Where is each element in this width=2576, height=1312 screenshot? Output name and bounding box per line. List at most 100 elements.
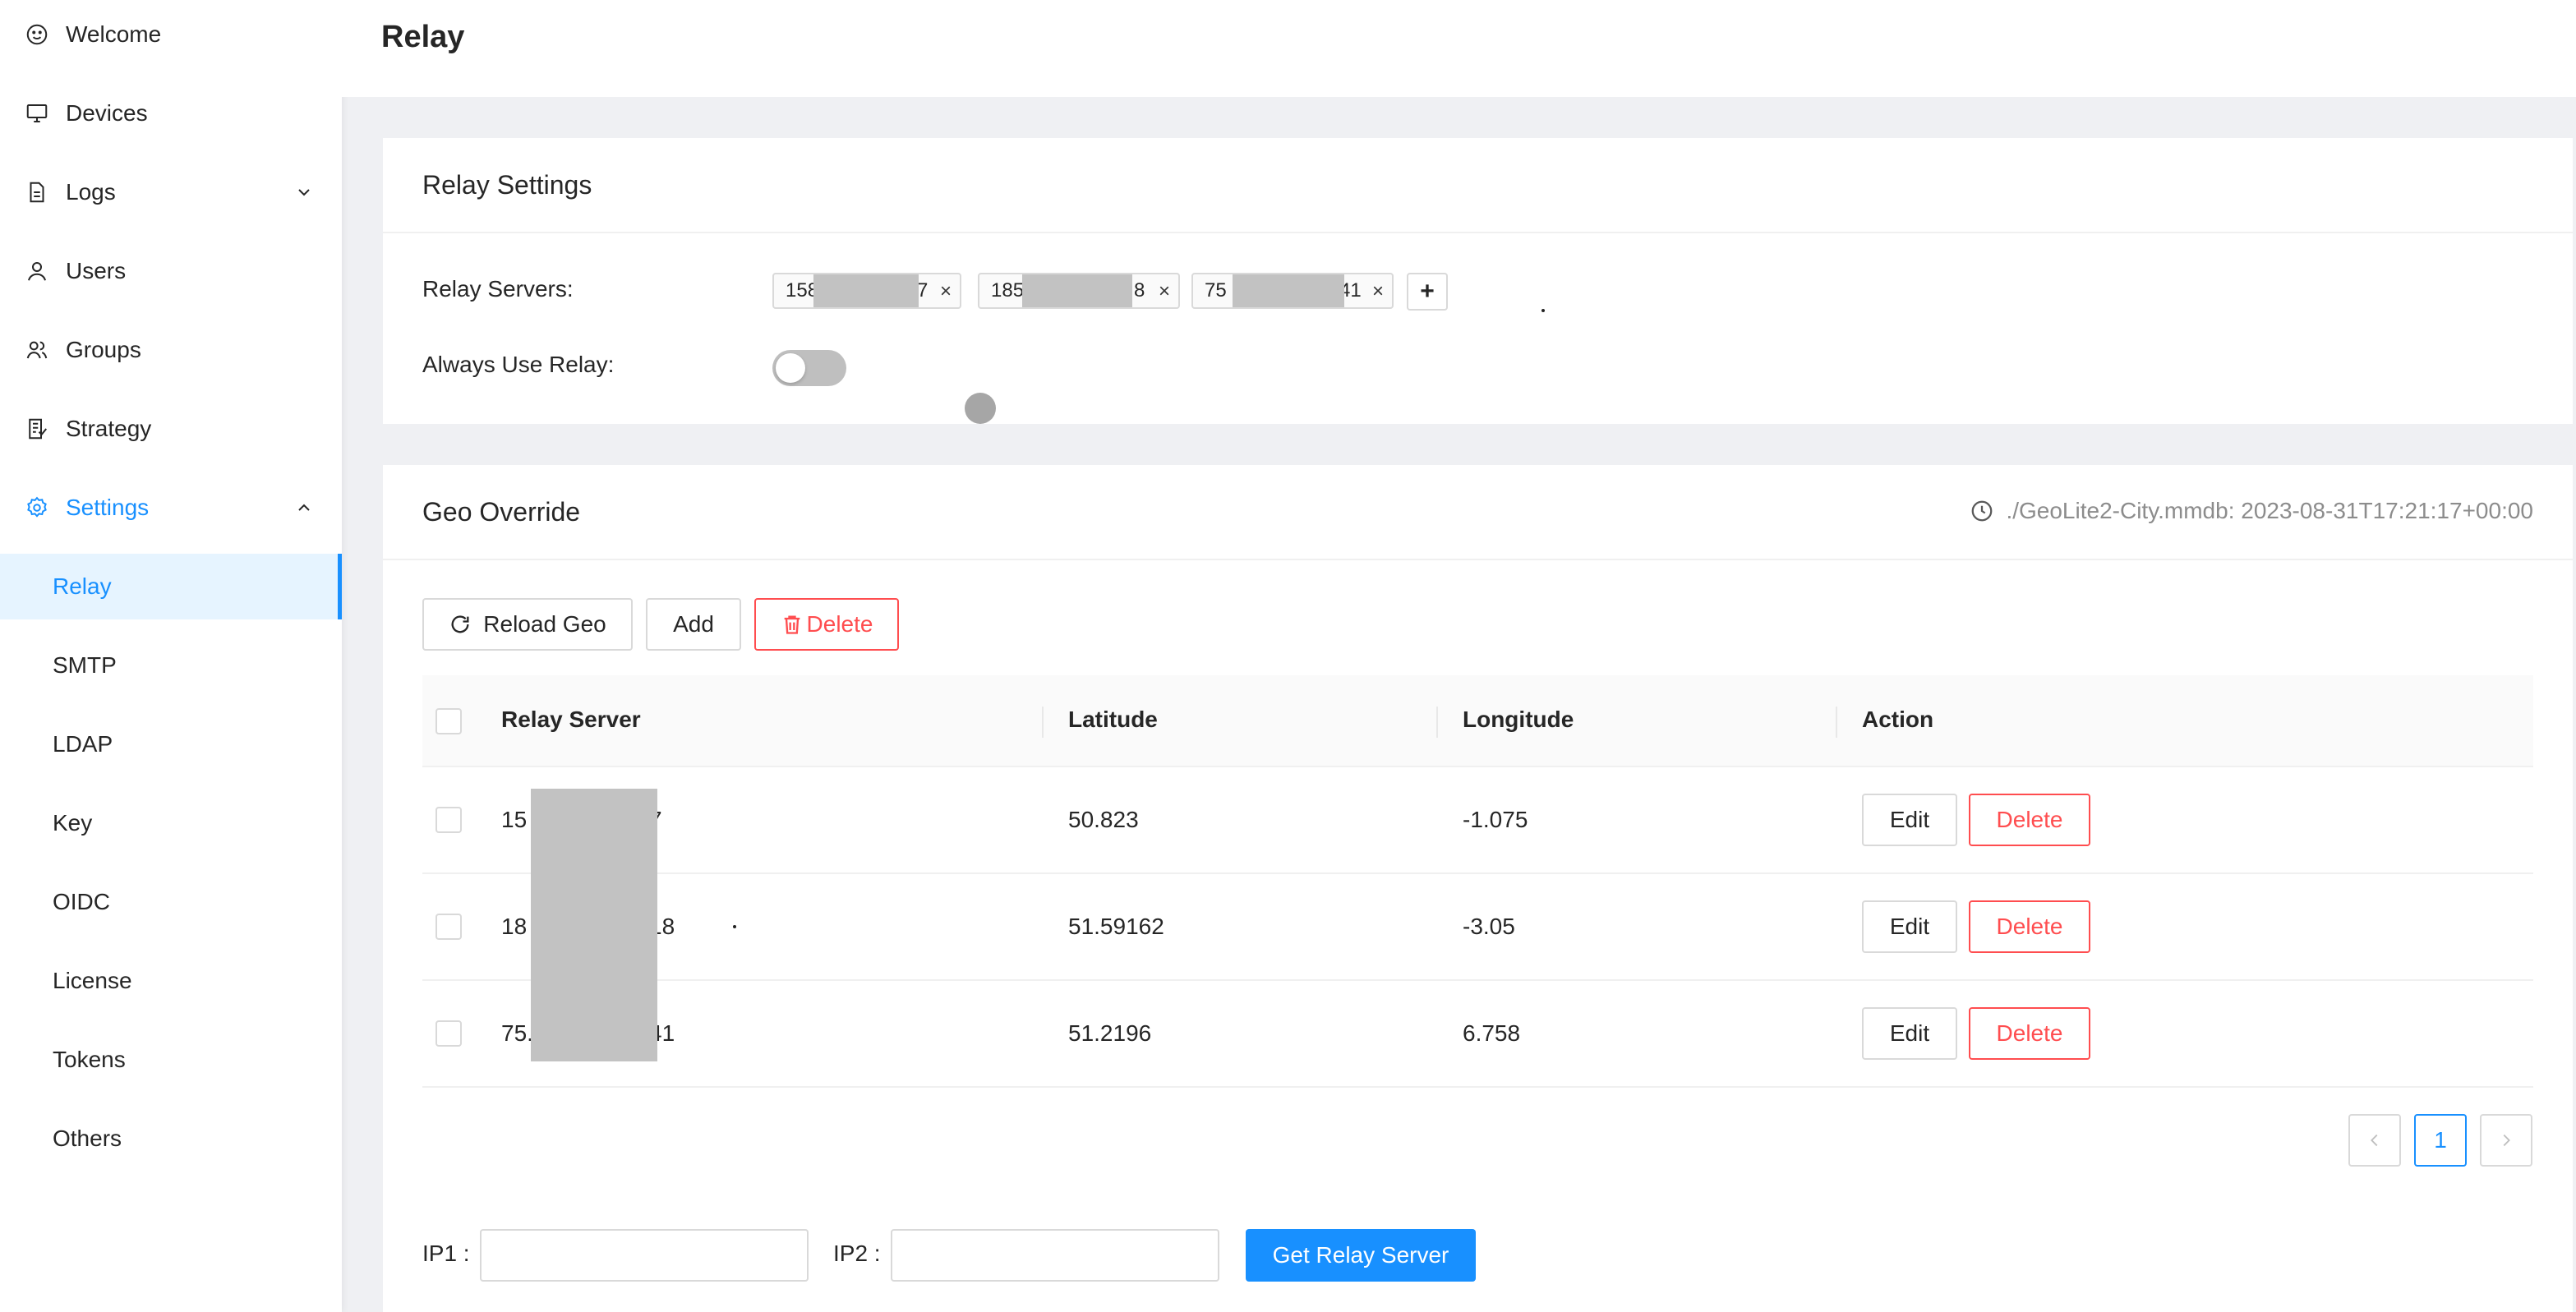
sidebar-sub-license[interactable]: License [0,948,342,1014]
column-separator [1042,707,1044,738]
delete-geo-button[interactable]: Delete [754,598,899,651]
pagination-prev[interactable] [2348,1114,2401,1167]
always-use-relay-toggle[interactable] [772,350,846,386]
ip1-input[interactable] [480,1229,809,1282]
latitude-cell: 50.823 [1068,807,1139,832]
delete-geo-label: Delete [806,611,873,637]
close-icon[interactable]: × [940,282,952,302]
user-icon [25,259,49,283]
trash-icon [784,615,800,634]
sidebar-sub-relay[interactable]: Relay [0,554,342,619]
pagination-next[interactable] [2480,1114,2532,1167]
sidebar-item-settings[interactable]: Settings [0,475,342,541]
column-action: Action [1862,707,1934,732]
strategy-icon [25,417,49,441]
edit-button[interactable]: Edit [1862,1007,1957,1060]
relay-servers-label: Relay Servers: [422,276,574,302]
sidebar-sub-oidc[interactable]: OIDC [0,869,342,935]
relay-server-tag: 158 7 × [772,273,961,309]
sidebar-item-label: Settings [66,495,150,520]
relay-settings-title: Relay Settings [383,138,2573,233]
sidebar-item-label: Groups [66,337,141,362]
relay-server-tag: 185 8 × [978,273,1180,309]
geo-override-table: Relay Server Latitude Longitude Action 1… [422,675,2533,1088]
sidebar-item-label: Welcome [66,21,162,47]
relay-settings-card: Relay Settings Relay Servers: 158 7 × 18… [383,138,2573,424]
relay-server-tag-start: 185 [991,279,1025,302]
geo-override-header: Geo Override ./GeoLite2-City.mmdb: 2023-… [383,465,2573,560]
row-checkbox[interactable] [435,807,462,833]
table-row: 75. 41 51.2196 6.758 Edit Delete [422,981,2533,1088]
latitude-cell: 51.59162 [1068,914,1164,939]
sidebar-item-label: Users [66,258,127,283]
sidebar-item-users[interactable]: Users [0,238,342,304]
relay-server-tag-end: 7 [917,279,929,302]
add-relay-server-button[interactable]: + [1407,273,1448,311]
geo-db-info: ./GeoLite2-City.mmdb: 2023-08-31T17:21:1… [1970,498,2533,524]
reload-geo-button[interactable]: Reload Geo [422,598,633,651]
reload-geo-label: Reload Geo [483,611,606,637]
table-row: 15 7 50.823 -1.075 Edit Delete [422,767,2533,874]
sidebar-sub-tokens[interactable]: Tokens [0,1027,342,1093]
mouse-cursor [965,393,996,424]
edit-button[interactable]: Edit [1862,794,1957,846]
select-all-checkbox[interactable] [435,708,462,734]
sidebar-item-label: Strategy [66,416,152,441]
sidebar-item-strategy[interactable]: Strategy [0,396,342,462]
stray-dot [733,925,736,928]
ip2-input[interactable] [891,1229,1219,1282]
row-checkbox[interactable] [435,1020,462,1047]
sidebar: Welcome Devices Logs Users Groups Strate… [0,0,342,1312]
sidebar-sub-others[interactable]: Others [0,1106,342,1172]
longitude-cell: -3.05 [1463,914,1515,939]
edit-button[interactable]: Edit [1862,900,1957,953]
relay-server-tag: 75 41 × [1191,273,1394,309]
sidebar-item-groups[interactable]: Groups [0,317,342,383]
chevron-up-icon [298,504,310,511]
relay-server-cell-start: 75. [501,1020,533,1046]
reload-icon [451,615,469,633]
row-checkbox[interactable] [435,914,462,940]
latitude-cell: 51.2196 [1068,1020,1152,1046]
toggle-knob [776,353,805,383]
delete-row-button[interactable]: Delete [1969,900,2090,953]
add-geo-button[interactable]: Add [646,598,741,651]
always-use-relay-label: Always Use Relay: [422,352,615,377]
column-latitude: Latitude [1068,707,1158,732]
gear-icon [25,495,49,520]
redaction-block [1233,274,1344,307]
geo-override-card: Geo Override ./GeoLite2-City.mmdb: 2023-… [383,465,2573,1312]
sidebar-item-label: Devices [66,100,148,126]
longitude-cell: -1.075 [1463,807,1528,832]
sidebar-item-welcome[interactable]: Welcome [0,2,342,67]
relay-server-tag-start: 75 [1205,279,1227,302]
sidebar-sub-key[interactable]: Key [0,790,342,856]
close-icon[interactable]: × [1372,282,1384,302]
delete-row-button[interactable]: Delete [1969,1007,2090,1060]
longitude-cell: 6.758 [1463,1020,1521,1046]
get-relay-server-button[interactable]: Get Relay Server [1246,1229,1476,1282]
sidebar-item-logs[interactable]: Logs [0,159,342,225]
page-title: Relay [381,20,465,54]
relay-server-tag-end: 8 [1134,279,1145,302]
delete-row-button[interactable]: Delete [1969,794,2090,846]
column-relay-server: Relay Server [501,707,641,732]
ip2-label: IP2 : [833,1241,881,1266]
close-icon[interactable]: × [1159,282,1170,302]
sidebar-sub-ldap[interactable]: LDAP [0,711,342,777]
chevron-left-icon [2371,1134,2378,1147]
relay-server-cell-start: 18 [501,914,528,939]
sidebar-item-label: Logs [66,179,116,205]
pagination-page[interactable]: 1 [2414,1114,2467,1167]
file-icon [25,180,49,205]
clock-icon [1972,500,1993,522]
sidebar-item-devices[interactable]: Devices [0,81,342,146]
geo-db-info-text: ./GeoLite2-City.mmdb: 2023-08-31T17:21:1… [2006,498,2533,523]
redaction-block [531,789,657,1061]
sidebar-sub-smtp[interactable]: SMTP [0,633,342,698]
column-longitude: Longitude [1463,707,1574,732]
stray-dot [1541,309,1545,312]
redaction-block [1022,274,1132,307]
chevron-down-icon [298,189,310,196]
page-header: Relay [342,0,2576,97]
